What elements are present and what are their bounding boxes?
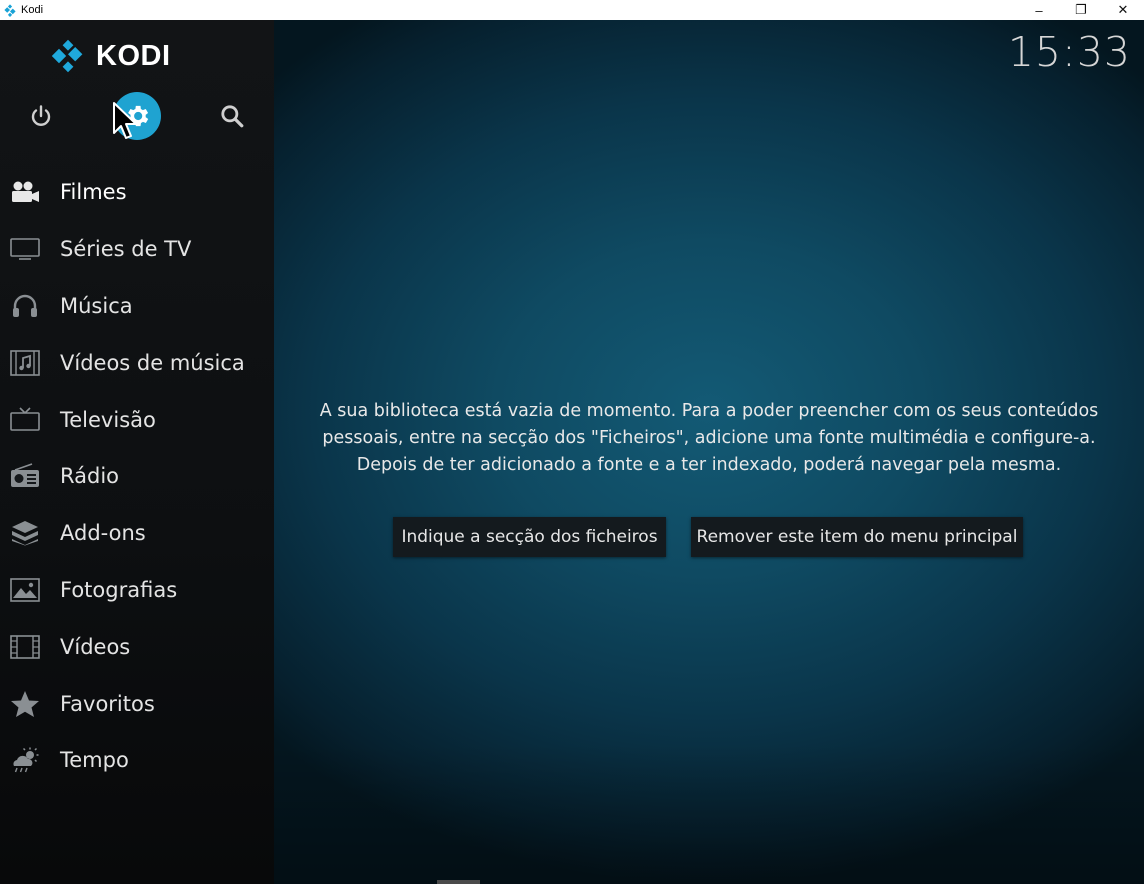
menu-item-label: Tempo <box>60 748 129 773</box>
main-menu: Filmes Séries de TV Música Vídeos de mús… <box>0 164 274 789</box>
menu-item-televisao[interactable]: Televisão <box>0 391 274 448</box>
scroll-indicator <box>437 880 480 884</box>
menu-item-label: Add-ons <box>60 521 146 546</box>
search-button[interactable] <box>208 92 256 140</box>
music-videos-icon <box>10 348 40 378</box>
menu-item-label: Fotografias <box>60 577 178 602</box>
kodi-app-icon <box>4 4 16 17</box>
kodi-logo: KODI <box>50 38 171 74</box>
menu-item-favoritos[interactable]: Favoritos <box>0 675 274 732</box>
menu-item-label: Música <box>60 293 133 318</box>
menu-item-musica[interactable]: Música <box>0 278 274 335</box>
headphones-icon <box>10 291 40 321</box>
weather-icon <box>10 745 40 775</box>
radio-icon <box>10 461 40 491</box>
search-icon <box>221 105 244 128</box>
menu-item-videos-de-musica[interactable]: Vídeos de música <box>0 334 274 391</box>
addons-icon <box>10 518 40 548</box>
menu-item-label: Rádio <box>60 464 120 489</box>
television-icon <box>10 405 40 435</box>
minimize-button[interactable]: – <box>1018 0 1060 20</box>
menu-item-radio[interactable]: Rádio <box>0 448 274 505</box>
menu-item-label: Televisão <box>60 407 156 432</box>
pictures-icon <box>10 575 40 605</box>
empty-library-message: A sua biblioteca está vazia de momento. … <box>319 401 1099 475</box>
menu-item-label: Vídeos de música <box>60 350 245 375</box>
tv-shows-icon <box>10 234 40 264</box>
kodi-logo-icon <box>51 39 83 73</box>
kodi-app: KODI Filmes Séries de TV Música Vídeos d… <box>0 20 1144 884</box>
power-icon <box>31 105 51 126</box>
sidebar: KODI Filmes Séries de TV Música Vídeos d… <box>0 20 274 884</box>
menu-item-label: Filmes <box>60 180 127 205</box>
menu-item-videos[interactable]: Vídeos <box>0 618 274 675</box>
restore-button[interactable]: ❐ <box>1060 0 1102 20</box>
clock: 15:33 <box>1007 28 1131 76</box>
close-button[interactable]: ✕ <box>1102 0 1144 20</box>
mouse-cursor-icon <box>113 102 137 139</box>
videos-icon <box>10 632 40 662</box>
window-title: Kodi <box>21 4 44 16</box>
menu-item-label: Vídeos <box>60 634 131 659</box>
menu-item-series-de-tv[interactable]: Séries de TV <box>0 221 274 278</box>
menu-item-tempo[interactable]: Tempo <box>0 732 274 789</box>
window-controls: – ❐ ✕ <box>1018 0 1144 20</box>
menu-item-label: Séries de TV <box>60 237 192 262</box>
menu-item-filmes[interactable]: Filmes <box>0 164 274 221</box>
files-section-button[interactable]: Indique a secção dos ficheiros <box>393 517 666 557</box>
remove-menu-item-button[interactable]: Remover este item do menu principal <box>691 517 1023 557</box>
power-button[interactable] <box>17 92 65 140</box>
star-icon <box>10 689 40 719</box>
menu-item-fotografias[interactable]: Fotografias <box>0 562 274 619</box>
logo-text: KODI <box>96 39 171 72</box>
menu-item-add-ons[interactable]: Add-ons <box>0 505 274 562</box>
movies-icon <box>10 177 40 207</box>
menu-item-label: Favoritos <box>60 691 155 716</box>
window-titlebar: Kodi – ❐ ✕ <box>0 0 1144 20</box>
